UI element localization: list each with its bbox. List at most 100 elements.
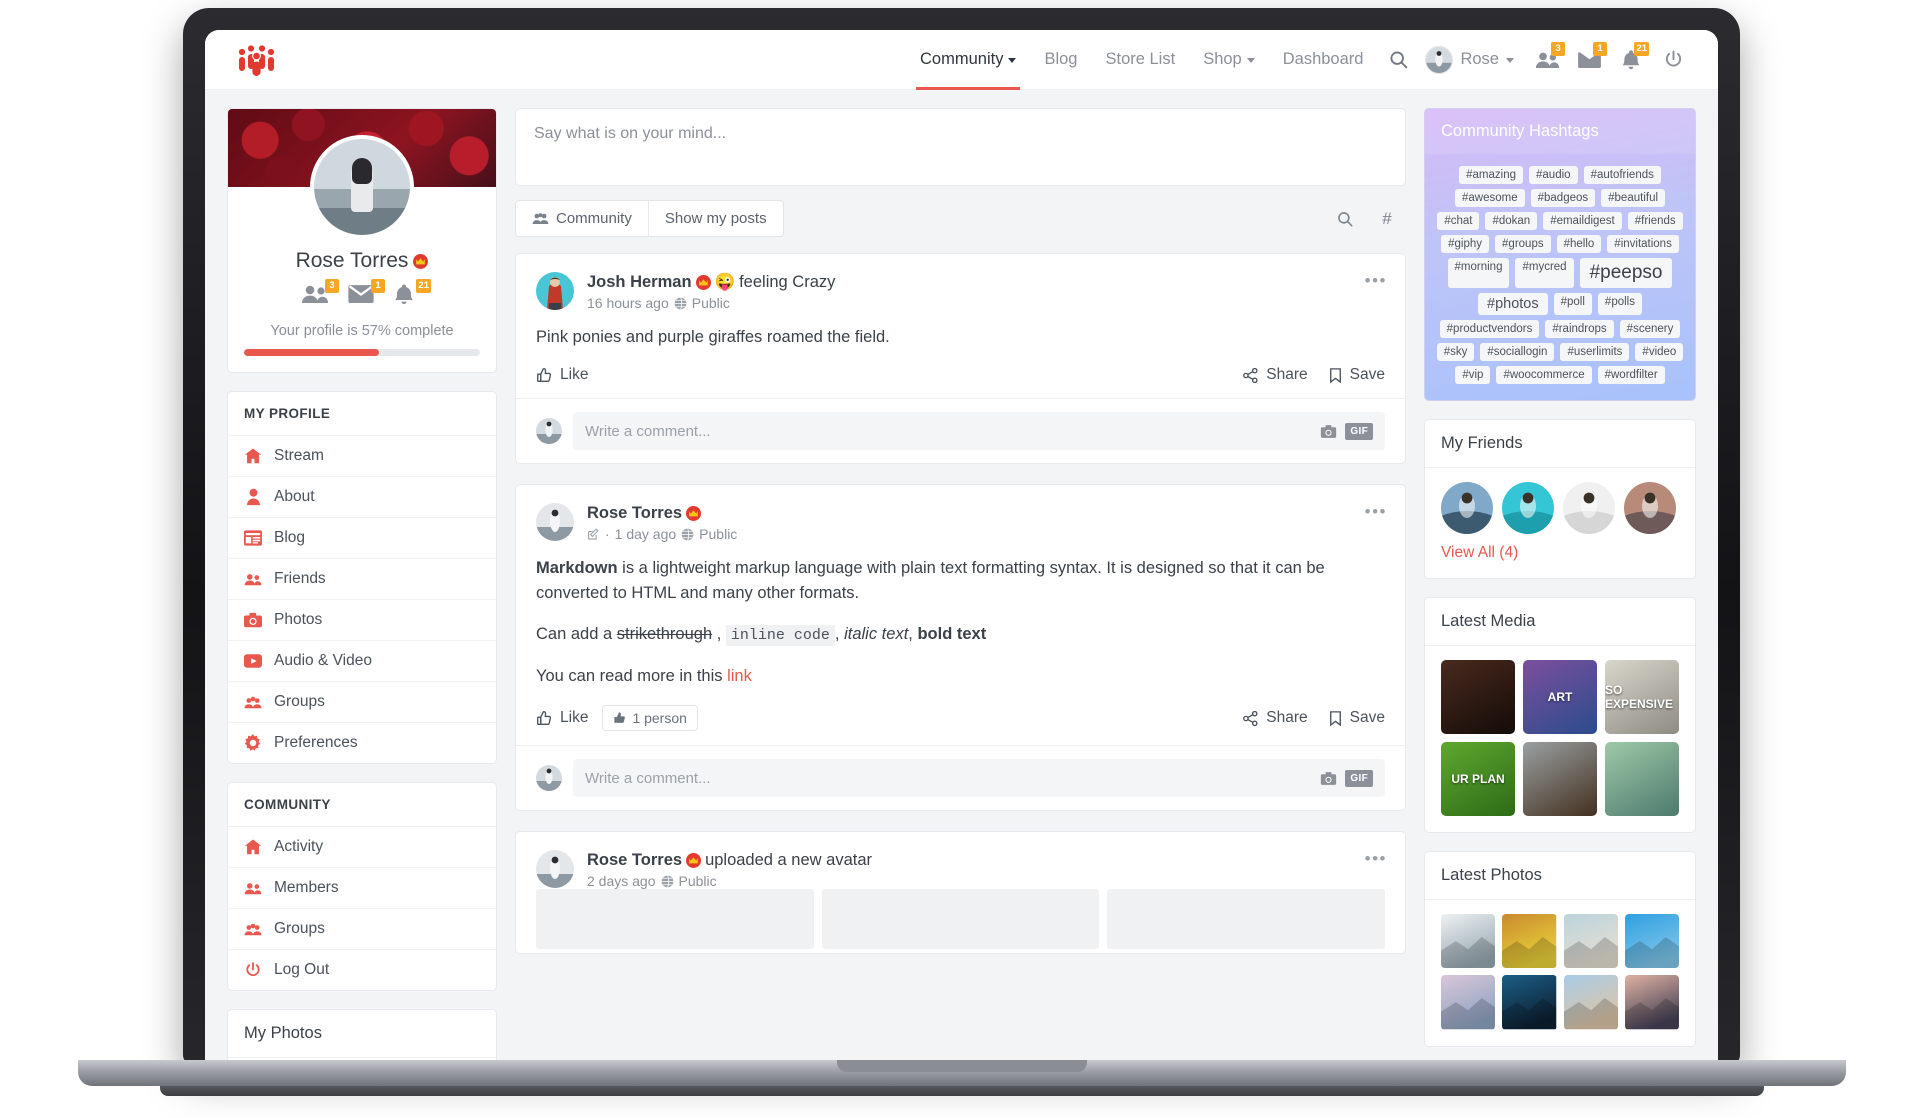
power-icon[interactable] [1652, 30, 1694, 90]
hashtag-mycred[interactable]: #mycred [1515, 258, 1574, 288]
hashtag-userlimits[interactable]: #userlimits [1560, 343, 1630, 361]
nav-community[interactable]: Community [906, 30, 1030, 90]
profile-avatar[interactable] [310, 135, 414, 239]
latest-photo-thumb[interactable] [1563, 914, 1618, 969]
comment-input[interactable]: Write a comment... GIF [573, 759, 1385, 798]
hashtag-badgeos[interactable]: #badgeos [1530, 189, 1596, 207]
hashtag-dokan[interactable]: #dokan [1485, 212, 1538, 230]
latest-photo-thumb[interactable] [1502, 914, 1557, 969]
nav-store-list[interactable]: Store List [1091, 30, 1189, 90]
sidebar-item-about[interactable]: About [228, 477, 496, 518]
tab-community[interactable]: Community [516, 201, 648, 236]
hashtag-chat[interactable]: #chat [1437, 212, 1480, 230]
hashtag-sociallogin[interactable]: #sociallogin [1480, 343, 1555, 361]
hashtag-invitations[interactable]: #invitations [1607, 235, 1679, 253]
latest-photo-thumb[interactable] [1624, 914, 1679, 969]
user-menu[interactable]: Rose [1419, 45, 1526, 74]
hashtag-woocommerce[interactable]: #woocommerce [1496, 366, 1592, 384]
like-button[interactable]: Like [536, 709, 588, 727]
hashtag-emaildigest[interactable]: #emaildigest [1543, 212, 1622, 230]
hashtag-giphy[interactable]: #giphy [1441, 235, 1490, 253]
sidebar-item-members[interactable]: Members [228, 868, 496, 909]
sidebar-item-stream[interactable]: Stream [228, 436, 496, 477]
sidebar-item-log-out[interactable]: Log Out [228, 950, 496, 990]
sidebar-item-activity[interactable]: Activity [228, 827, 496, 868]
profile-friends-icon[interactable]: 3 [301, 279, 339, 309]
sidebar-item-friends[interactable]: Friends [228, 559, 496, 600]
hashtag-icon[interactable]: # [1368, 201, 1406, 237]
hashtag-awesome[interactable]: #awesome [1454, 189, 1525, 207]
profile-notifications-icon[interactable]: 21 [393, 279, 431, 309]
hashtag-audio[interactable]: #audio [1529, 166, 1578, 184]
more-options-icon[interactable]: ••• [1365, 503, 1387, 520]
hashtag-wordfilter[interactable]: #wordfilter [1597, 366, 1665, 384]
latest-photo-thumb[interactable] [1441, 914, 1496, 969]
water-plants-thumb[interactable] [1605, 742, 1679, 816]
rose-torres-avatar[interactable] [536, 850, 574, 889]
attachment-placeholder[interactable] [536, 889, 814, 950]
likers-badge[interactable]: 1 person [602, 705, 698, 732]
hashtag-photos[interactable]: #photos [1478, 293, 1548, 315]
post-author[interactable]: Josh Herman [587, 273, 692, 292]
latest-photo-thumb[interactable] [1624, 975, 1679, 1030]
save-button[interactable]: Save [1328, 366, 1385, 384]
gif-button[interactable]: GIF [1345, 769, 1373, 787]
birds-plan-thumb[interactable]: UR PLAN [1441, 742, 1515, 816]
more-options-icon[interactable]: ••• [1365, 272, 1387, 289]
forest-fog-thumb[interactable] [1523, 742, 1597, 816]
hashtag-polls[interactable]: #polls [1597, 293, 1642, 315]
camera-icon[interactable] [1320, 424, 1337, 439]
hashtag-groups[interactable]: #groups [1495, 235, 1551, 253]
sidebar-item-groups[interactable]: Groups [228, 682, 496, 723]
hashtag-sky[interactable]: #sky [1436, 343, 1475, 361]
hashtag-raindrops[interactable]: #raindrops [1545, 320, 1614, 338]
tab-my-posts[interactable]: Show my posts [647, 201, 783, 236]
rose-torres-avatar[interactable] [536, 503, 574, 542]
search-icon[interactable] [1377, 30, 1419, 90]
latest-photo-thumb[interactable] [1502, 975, 1557, 1030]
friends-icon[interactable]: 3 [1526, 30, 1568, 90]
friend-avatar-1[interactable] [1441, 482, 1493, 534]
external-link[interactable]: link [727, 667, 752, 685]
hashtag-productvendors[interactable]: #productvendors [1439, 320, 1540, 338]
post-composer[interactable]: Say what is on your mind... [515, 108, 1406, 186]
nav-dashboard[interactable]: Dashboard [1269, 30, 1378, 90]
post-author[interactable]: Rose Torres [587, 851, 682, 870]
sidebar-item-audio-video[interactable]: Audio & Video [228, 641, 496, 682]
gif-button[interactable]: GIF [1345, 422, 1373, 440]
attachment-placeholder[interactable] [1107, 889, 1386, 950]
hashtag-scenery[interactable]: #scenery [1619, 320, 1681, 338]
profile-messages-icon[interactable]: 1 [347, 279, 385, 309]
friend-avatar-2[interactable] [1502, 482, 1554, 534]
nav-shop[interactable]: Shop [1189, 30, 1269, 90]
hashtag-friends[interactable]: #friends [1627, 212, 1683, 230]
latest-photo-thumb[interactable] [1441, 975, 1496, 1030]
share-button[interactable]: Share [1242, 366, 1308, 384]
nav-blog[interactable]: Blog [1030, 30, 1091, 90]
sidebar-item-photos[interactable]: Photos [228, 600, 496, 641]
hashtag-poll[interactable]: #poll [1553, 293, 1592, 315]
comment-input[interactable]: Write a comment... GIF [573, 412, 1385, 451]
sidebar-item-blog[interactable]: Blog [228, 518, 496, 559]
hashtag-amazing[interactable]: #amazing [1459, 166, 1524, 184]
feed-search-icon[interactable] [1326, 201, 1364, 237]
view-all-friends-link[interactable]: View All (4) [1425, 540, 1695, 578]
notifications-icon[interactable]: 21 [1610, 30, 1652, 90]
luxury-car-thumb[interactable]: SO EXPENSIVE [1605, 660, 1679, 734]
hashtag-beautiful[interactable]: #beautiful [1601, 189, 1666, 207]
latest-photo-thumb[interactable] [1563, 975, 1618, 1030]
like-button[interactable]: Like [536, 366, 588, 384]
sidebar-item-preferences[interactable]: Preferences [228, 723, 496, 763]
messages-icon[interactable]: 1 [1568, 30, 1610, 90]
share-button[interactable]: Share [1242, 709, 1308, 727]
hashtag-autofriends[interactable]: #autofriends [1583, 166, 1661, 184]
hashtag-morning[interactable]: #morning [1447, 258, 1510, 288]
hashtag-hello[interactable]: #hello [1556, 235, 1602, 253]
save-button[interactable]: Save [1328, 709, 1385, 727]
friend-avatar-3[interactable] [1563, 482, 1615, 534]
hashtag-vip[interactable]: #vip [1455, 366, 1491, 384]
camera-icon[interactable] [1320, 771, 1337, 786]
sidebar-item-groups[interactable]: Groups [228, 909, 496, 950]
people-group-logo[interactable] [235, 44, 279, 76]
post-author[interactable]: Rose Torres [587, 504, 682, 523]
